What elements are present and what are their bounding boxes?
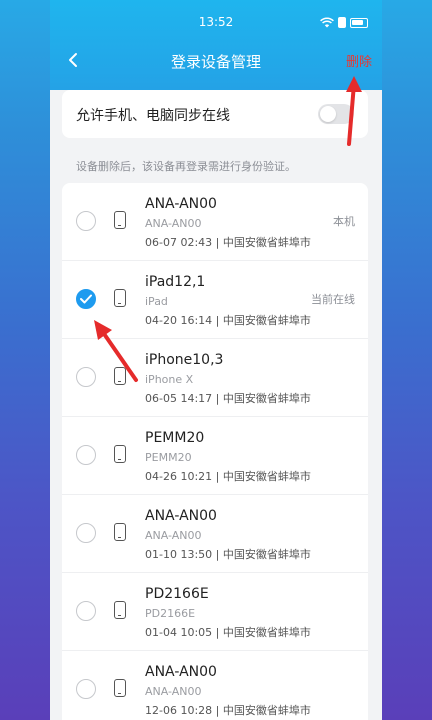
- select-radio-checked[interactable]: [76, 289, 96, 309]
- device-name: ANA-AN00: [145, 196, 217, 212]
- tablet-icon: [114, 523, 126, 541]
- device-name: iPhone10,3: [145, 352, 224, 368]
- select-radio[interactable]: [76, 601, 96, 621]
- select-radio[interactable]: [76, 445, 96, 465]
- select-radio[interactable]: [76, 367, 96, 387]
- select-radio[interactable]: [76, 523, 96, 543]
- device-login-info: 06-07 02:43 | 中国安徽省蚌埠市: [145, 236, 311, 249]
- header-bar: 13:52 登录设备管理 删除: [50, 0, 382, 90]
- sync-toggle[interactable]: [318, 104, 354, 124]
- device-row[interactable]: PEMM20 PEMM20 04-26 10:21 | 中国安徽省蚌埠市: [62, 417, 368, 495]
- device-name: ANA-AN00: [145, 664, 217, 680]
- sync-setting: 允许手机、电脑同步在线: [62, 90, 368, 138]
- status-icons: [320, 17, 368, 28]
- device-name: PD2166E: [145, 586, 209, 602]
- select-radio[interactable]: [76, 679, 96, 699]
- nav-bar: 登录设备管理 删除: [50, 47, 382, 75]
- tablet-icon: [114, 445, 126, 463]
- device-row[interactable]: ANA-AN00 ANA-AN00 06-07 02:43 | 中国安徽省蚌埠市…: [62, 183, 368, 261]
- device-model: ANA-AN00: [145, 217, 202, 230]
- sync-label: 允许手机、电脑同步在线: [76, 108, 230, 124]
- device-name: PEMM20: [145, 430, 205, 446]
- device-row[interactable]: iPhone10,3 iPhone X 06-05 14:17 | 中国安徽省蚌…: [62, 339, 368, 417]
- device-row[interactable]: iPad12,1 iPad 04-20 16:14 | 中国安徽省蚌埠市 当前在…: [62, 261, 368, 339]
- delete-hint: 设备删除后，该设备再登录需进行身份验证。: [76, 160, 296, 173]
- device-status-tag: 当前在线: [311, 293, 355, 306]
- device-row[interactable]: PD2166E PD2166E 01-04 10:05 | 中国安徽省蚌埠市: [62, 573, 368, 651]
- check-icon: [80, 294, 92, 304]
- tablet-icon: [114, 679, 126, 697]
- toggle-knob: [320, 106, 336, 122]
- device-name: ANA-AN00: [145, 508, 217, 524]
- device-row[interactable]: ANA-AN00 ANA-AN00 12-06 10:28 | 中国安徽省蚌埠市: [62, 651, 368, 720]
- device-login-info: 06-05 14:17 | 中国安徽省蚌埠市: [145, 392, 311, 405]
- device-model: iPhone X: [145, 373, 194, 386]
- phone-screen: 13:52 登录设备管理 删除 允许手机、电脑同步在线 设备删除后，该设备再登录…: [50, 0, 382, 720]
- device-login-info: 04-26 10:21 | 中国安徽省蚌埠市: [145, 470, 311, 483]
- device-login-info: 12-06 10:28 | 中国安徽省蚌埠市: [145, 704, 311, 717]
- device-model: ANA-AN00: [145, 529, 202, 542]
- select-radio[interactable]: [76, 211, 96, 231]
- device-status-tag: 本机: [333, 215, 355, 228]
- delete-button[interactable]: 删除: [346, 51, 372, 70]
- device-model: PEMM20: [145, 451, 192, 464]
- device-row[interactable]: ANA-AN00 ANA-AN00 01-10 13:50 | 中国安徽省蚌埠市: [62, 495, 368, 573]
- status-bar: 13:52: [50, 14, 382, 34]
- device-model: PD2166E: [145, 607, 196, 620]
- alert-icon: [338, 17, 346, 28]
- wifi-icon: [320, 17, 334, 28]
- tablet-icon: [114, 211, 126, 229]
- device-login-info: 04-20 16:14 | 中国安徽省蚌埠市: [145, 314, 311, 327]
- device-login-info: 01-04 10:05 | 中国安徽省蚌埠市: [145, 626, 311, 639]
- device-login-info: 01-10 13:50 | 中国安徽省蚌埠市: [145, 548, 311, 561]
- page-title: 登录设备管理: [170, 53, 261, 71]
- battery-icon: [350, 17, 368, 28]
- tablet-icon: [114, 601, 126, 619]
- device-model: iPad: [145, 295, 168, 308]
- device-model: ANA-AN00: [145, 685, 202, 698]
- device-list: ANA-AN00 ANA-AN00 06-07 02:43 | 中国安徽省蚌埠市…: [62, 183, 368, 720]
- tablet-icon: [114, 289, 126, 307]
- device-name: iPad12,1: [145, 274, 206, 290]
- tablet-icon: [114, 367, 126, 385]
